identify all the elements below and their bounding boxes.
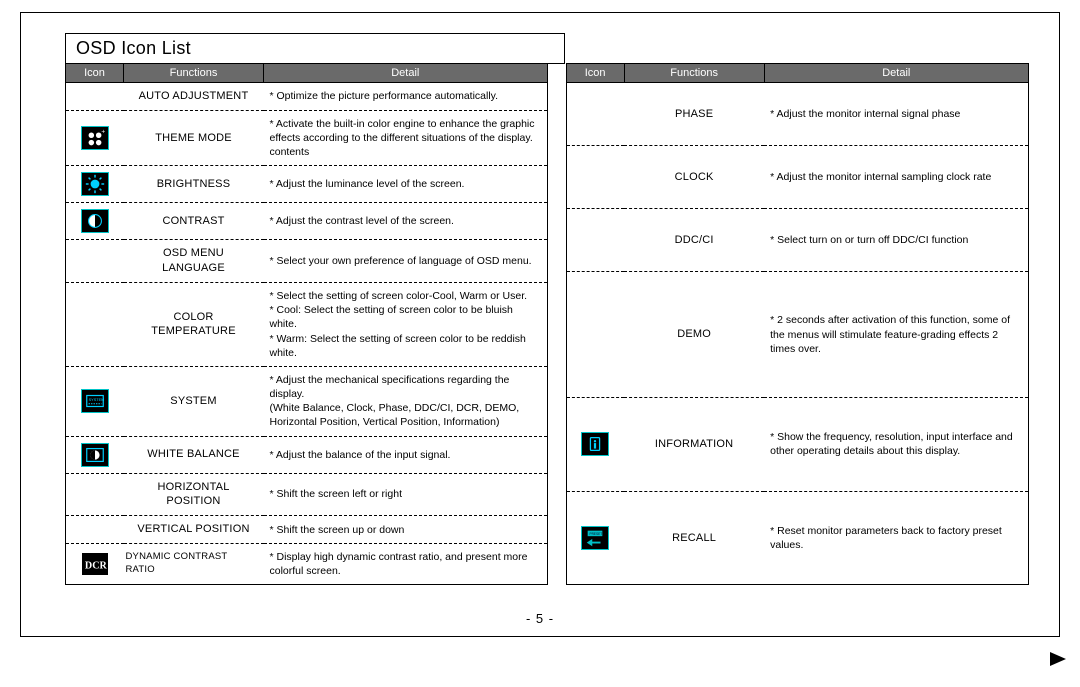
table-row: SYSTEM SYSTEM * Adjust the mechanical sp… [66,366,548,436]
detail-text: * Select the setting of screen color-Coo… [264,283,548,367]
detail-text: * Show the frequency, resolution, input … [764,398,1028,492]
function-label: BRIGHTNESS [124,166,264,203]
icon-cell [66,240,124,283]
function-label: OSD MENU LANGUAGE [124,240,264,283]
icon-cell [66,436,124,473]
icon-cell [66,83,124,111]
icon-cell [566,209,624,272]
detail-text: * Display high dynamic contrast ratio, a… [264,544,548,585]
brightness-icon [81,172,109,196]
information-icon [581,432,609,456]
icon-cell [66,283,124,367]
th-functions: Functions [624,64,764,83]
table-row: DEMO * 2 seconds after activation of thi… [566,272,1028,398]
detail-text: * Adjust the monitor internal sampling c… [764,146,1028,209]
icon-cell [566,272,624,398]
page-title: OSD Icon List [76,38,554,59]
function-label: THEME MODE [124,110,264,166]
svg-text:DCR: DCR [85,561,108,572]
function-label: RECALL [624,491,764,585]
table-row: HORIZONTAL POSITION * Shift the screen l… [66,473,548,516]
th-icon: Icon [566,64,624,83]
th-functions: Functions [124,64,264,83]
detail-text: * Adjust the balance of the input signal… [264,436,548,473]
page-number: - 5 - [21,611,1059,626]
table-row: CONTRAST * Adjust the contrast level of … [66,203,548,240]
icon-cell [566,398,624,492]
detail-text: * 2 seconds after activation of this fun… [764,272,1028,398]
detail-text: * Select turn on or turn off DDC/CI func… [764,209,1028,272]
table-row: CLOCK * Adjust the monitor internal samp… [566,146,1028,209]
theme-mode-icon: + [81,126,109,150]
function-label: INFORMATION [624,398,764,492]
function-label: VERTICAL POSITION [124,516,264,544]
icon-cell: SYSTEM [66,366,124,436]
table-row: VERTICAL POSITION * Shift the screen up … [66,516,548,544]
function-label: DEMO [624,272,764,398]
svg-text:+: + [101,129,105,136]
next-page-arrow-icon[interactable] [1050,652,1066,669]
function-label: CLOCK [624,146,764,209]
function-label: WHITE BALANCE [124,436,264,473]
detail-text: * Reset monitor parameters back to facto… [764,491,1028,585]
title-box: OSD Icon List [65,33,565,64]
table-row: OSD MENU LANGUAGE * Select your own pref… [66,240,548,283]
detail-text: * Adjust the luminance level of the scre… [264,166,548,203]
detail-text: * Activate the built-in color engine to … [264,110,548,166]
function-label: AUTO ADJUSTMENT [124,83,264,111]
table-row: PHASE * Adjust the monitor internal sign… [566,83,1028,146]
table-row: PRESET RECALL * Reset monitor parameters… [566,491,1028,585]
table-row: AUTO ADJUSTMENT * Optimize the picture p… [66,83,548,111]
recall-icon: PRESET [581,526,609,550]
function-label: DDC/CI [624,209,764,272]
table-row: INFORMATION * Show the frequency, resolu… [566,398,1028,492]
detail-text: * Shift the screen left or right [264,473,548,516]
table-row: BRIGHTNESS * Adjust the luminance level … [66,166,548,203]
function-label: PHASE [624,83,764,146]
icon-cell [566,146,624,209]
function-label: COLOR TEMPERATURE [124,283,264,367]
function-label: CONTRAST [124,203,264,240]
icon-cell: PRESET [566,491,624,585]
detail-text: * Adjust the monitor internal signal pha… [764,83,1028,146]
icon-cell: + [66,110,124,166]
dcr-icon: DCR [81,552,109,576]
table-row: DCR DYNAMIC CONTRAST RATIO * Display hig… [66,544,548,585]
icon-cell [66,166,124,203]
contrast-icon [81,209,109,233]
icon-cell [66,203,124,240]
table-row: WHITE BALANCE * Adjust the balance of th… [66,436,548,473]
osd-table-right: Icon Functions Detail PHASE * Adjust the… [566,63,1029,585]
th-detail: Detail [264,64,548,83]
detail-text: * Adjust the contrast level of the scree… [264,203,548,240]
white-balance-icon [81,443,109,467]
detail-text: * Optimize the picture performance autom… [264,83,548,111]
detail-text: * Select your own preference of language… [264,240,548,283]
table-row: DDC/CI * Select turn on or turn off DDC/… [566,209,1028,272]
th-detail: Detail [764,64,1028,83]
function-label: DYNAMIC CONTRAST RATIO [124,544,264,585]
icon-cell [66,516,124,544]
table-row: + THEME MODE * Activate the built-in col… [66,110,548,166]
function-label: SYSTEM [124,366,264,436]
detail-text: * Adjust the mechanical specifications r… [264,366,548,436]
icon-cell: DCR [66,544,124,585]
osd-table-left: Icon Functions Detail AUTO ADJUSTMENT * … [65,63,548,585]
detail-text: * Shift the screen up or down [264,516,548,544]
svg-text:SYSTEM: SYSTEM [88,398,104,402]
icon-cell [66,473,124,516]
page-frame: OSD Icon List Icon Functions Detail AUTO… [20,12,1060,637]
system-icon: SYSTEM [81,389,109,413]
tables-wrap: Icon Functions Detail AUTO ADJUSTMENT * … [65,63,1029,585]
icon-cell [566,83,624,146]
svg-text:PRESET: PRESET [590,532,603,536]
th-icon: Icon [66,64,124,83]
function-label: HORIZONTAL POSITION [124,473,264,516]
table-row: COLOR TEMPERATURE * Select the setting o… [66,283,548,367]
